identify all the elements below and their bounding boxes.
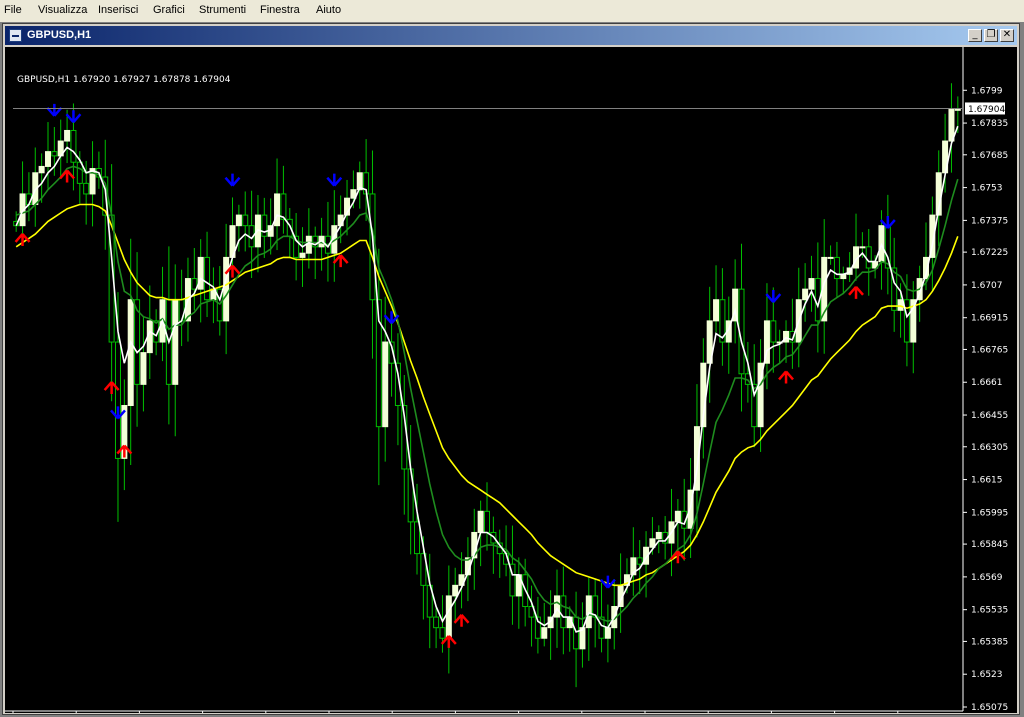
menu-grafici[interactable]: Grafici <box>153 4 185 16</box>
candle-body <box>808 278 815 290</box>
chart-window-title: GBPUSD,H1 <box>27 29 92 41</box>
candle-body <box>636 557 643 565</box>
candle-body <box>280 193 287 220</box>
candle-body <box>445 595 452 639</box>
menu-strumenti[interactable]: Strumenti <box>199 4 246 16</box>
price-tick-label: 1.66765 <box>971 345 1008 355</box>
candle-body <box>38 165 45 174</box>
price-tick-label: 1.67835 <box>971 119 1008 129</box>
candle-body <box>954 108 961 111</box>
candle-body <box>770 320 777 343</box>
candle-body <box>541 627 548 639</box>
menu-inserisci[interactable]: Inserisci <box>98 4 138 16</box>
price-tick-label: 1.65845 <box>971 540 1008 550</box>
candle-body <box>802 288 809 301</box>
price-tick-label: 1.65075 <box>971 703 1008 713</box>
chart-window-titlebar[interactable]: GBPUSD,H1 _ ❐ ✕ <box>5 26 1017 45</box>
candle-body <box>585 595 592 629</box>
price-tick-label: 1.67375 <box>971 216 1008 226</box>
candle-body <box>674 510 681 523</box>
candle-body <box>382 341 389 428</box>
price-tick-label: 1.6523 <box>971 670 1003 680</box>
candle-body <box>865 246 872 269</box>
price-tick-label: 1.66915 <box>971 314 1008 324</box>
candle-body <box>655 531 662 540</box>
candle-body <box>560 595 567 629</box>
candle-body <box>204 256 211 301</box>
menu-finestra[interactable]: Finestra <box>260 4 300 16</box>
candle-body <box>477 510 484 533</box>
candle-body <box>433 616 440 629</box>
candle-body <box>452 584 459 597</box>
candle-body <box>553 595 560 618</box>
candle-body <box>51 151 58 157</box>
price-tick-label: 1.67225 <box>971 248 1008 258</box>
candle-body <box>827 256 834 259</box>
menu-file[interactable]: File <box>4 4 22 16</box>
candle-body <box>140 352 147 385</box>
close-button[interactable]: ✕ <box>1000 29 1014 42</box>
candle-body <box>414 521 421 555</box>
menu-visualizza[interactable]: Visualizza <box>38 4 87 16</box>
price-tick-label: 1.6753 <box>971 184 1003 194</box>
candle-body <box>127 299 134 407</box>
price-tick-label: 1.65995 <box>971 508 1008 518</box>
candle-body <box>439 627 446 639</box>
candle-body <box>948 108 955 142</box>
price-tick-label: 1.65535 <box>971 606 1008 616</box>
candle-body <box>299 252 306 258</box>
candle-body <box>44 151 51 167</box>
current-price-label: 1.67904 <box>968 105 1005 115</box>
candlestick-chart[interactable]: 1.6799 1.67835 1.67685 1.6753 1.67375 1.67225… <box>5 47 1017 713</box>
price-tick-label: 1.67685 <box>971 151 1008 161</box>
candle-body <box>114 341 121 459</box>
candle-body <box>223 256 230 322</box>
candle-body <box>713 299 720 322</box>
candle-body <box>242 214 249 227</box>
candle-body <box>573 616 580 650</box>
price-tick-label: 1.6799 <box>971 86 1003 96</box>
candle-body <box>903 299 910 343</box>
candle-body <box>369 193 376 301</box>
price-tick-label: 1.6615 <box>971 476 1003 486</box>
candle-body <box>604 627 611 639</box>
candle-body <box>484 510 490 533</box>
candle-body <box>83 182 90 195</box>
candle-body <box>833 256 840 280</box>
price-chart[interactable]: 1.6799 1.67835 1.67685 1.6753 1.67375 1.67225… <box>5 47 1017 713</box>
price-tick-label: 1.6661 <box>971 378 1003 388</box>
chart-window[interactable]: GBPUSD,H1 _ ❐ ✕ 1.6799 1.67835 1.67685 1.67… <box>2 23 1020 715</box>
candle-body <box>859 246 866 249</box>
candle-body <box>64 129 71 142</box>
chart-window-icon[interactable] <box>9 29 22 42</box>
candle-body <box>70 129 77 163</box>
price-tick-label: 1.66455 <box>971 411 1008 421</box>
menu-bar: File Visualizza Inserisci Grafici Strume… <box>0 0 1024 23</box>
price-tick-label: 1.65385 <box>971 637 1008 647</box>
price-tick-label: 1.6569 <box>971 573 1003 583</box>
price-tick-label: 1.6707 <box>971 281 1003 291</box>
candle-body <box>76 161 83 184</box>
menu-aiuto[interactable]: Aiuto <box>316 4 341 16</box>
chart-info-line: GBPUSD,H1 1.67920 1.67927 1.67878 1.6790… <box>17 75 231 85</box>
candle-body <box>172 299 179 385</box>
restore-button[interactable]: ❐ <box>984 29 998 42</box>
mdi-client-area: GBPUSD,H1 _ ❐ ✕ 1.6799 1.67835 1.67685 1.67… <box>0 22 1024 717</box>
price-tick-label: 1.66305 <box>971 443 1008 453</box>
candle-body <box>235 214 242 227</box>
candle-body <box>261 214 268 237</box>
minimize-button[interactable]: _ <box>968 29 982 42</box>
